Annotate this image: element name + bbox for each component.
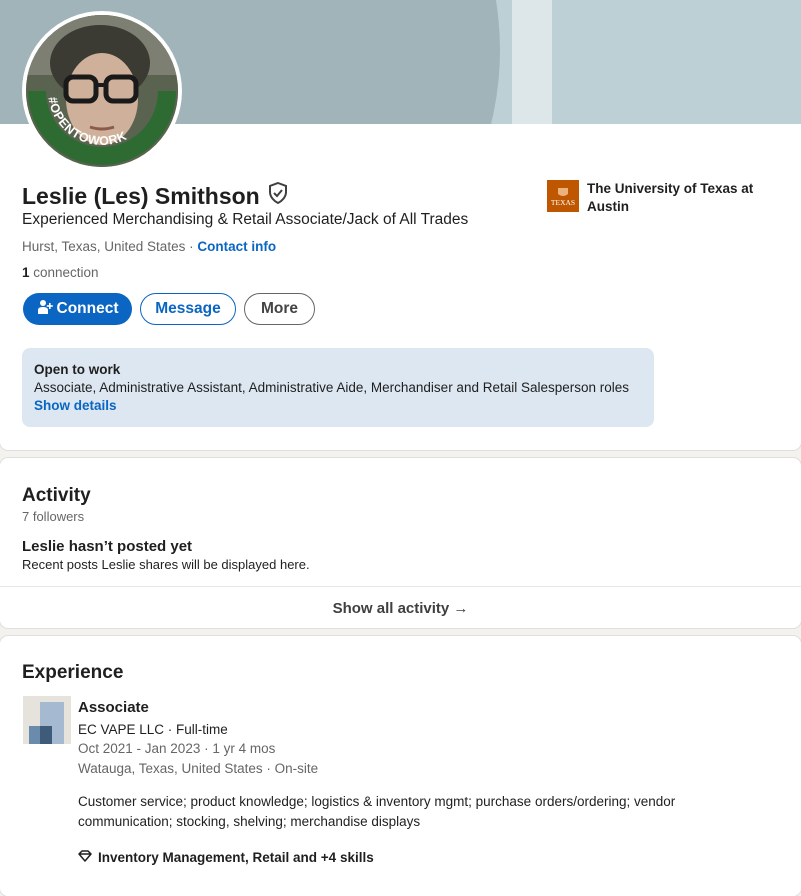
open-to-work-box[interactable]: Open to work Associate, Administrative A… bbox=[22, 348, 654, 427]
profile-connections[interactable]: 1 connection bbox=[22, 265, 99, 280]
profile-name: Leslie (Les) Smithson bbox=[22, 181, 288, 210]
contact-info-link[interactable]: Contact info bbox=[197, 239, 276, 254]
show-all-activity-button[interactable]: Show all activity → bbox=[0, 586, 801, 628]
experience-dates: Oct 2021 - Jan 2023 · 1 yr 4 mos bbox=[78, 741, 276, 756]
open-to-work-title: Open to work bbox=[34, 362, 121, 377]
diamond-icon bbox=[78, 850, 92, 865]
location-separator: · bbox=[185, 239, 198, 254]
add-person-icon bbox=[37, 299, 53, 320]
profile-headline: Experienced Merchandising & Retail Assoc… bbox=[22, 211, 469, 228]
open-to-work-roles: Associate, Administrative Assistant, Adm… bbox=[34, 380, 630, 395]
profile-card: #OPENTOWORK Leslie (Les) Smithson Experi… bbox=[0, 0, 801, 450]
experience-skills[interactable]: Inventory Management, Retail and +4 skil… bbox=[78, 850, 374, 865]
connections-label: connection bbox=[29, 265, 99, 280]
profile-location: Hurst, Texas, United States bbox=[22, 239, 186, 254]
avatar-photo: #OPENTOWORK bbox=[26, 15, 178, 167]
followers-count: 7 followers bbox=[22, 509, 85, 524]
activity-empty-desc: Recent posts Leslie shares will be displ… bbox=[22, 557, 310, 572]
education-summary[interactable]: TEXAS The University of Texas at Austin bbox=[547, 180, 767, 216]
connect-button[interactable]: Connect bbox=[23, 293, 132, 325]
school-logo-text: TEXAS bbox=[550, 197, 576, 207]
experience-section: Experience Associate EC VAPE LLC · Full-… bbox=[0, 636, 801, 896]
profile-avatar[interactable]: #OPENTOWORK bbox=[22, 11, 182, 171]
experience-role: Associate bbox=[78, 699, 149, 716]
show-details-link[interactable]: Show details bbox=[34, 398, 117, 413]
verified-shield-icon[interactable] bbox=[268, 181, 288, 210]
experience-skills-text: Inventory Management, Retail and +4 skil… bbox=[98, 850, 374, 865]
activity-section: Activity 7 followers Leslie hasn’t poste… bbox=[0, 458, 801, 628]
experience-description: Customer service; product knowledge; log… bbox=[78, 794, 676, 829]
experience-location: Watauga, Texas, United States · On-site bbox=[78, 761, 319, 776]
activity-empty-title: Leslie hasn’t posted yet bbox=[22, 538, 193, 555]
connections-count: 1 bbox=[22, 265, 30, 280]
connect-label: Connect bbox=[56, 300, 119, 317]
profile-location-row: Hurst, Texas, United States · Contact in… bbox=[22, 239, 276, 254]
activity-title: Activity bbox=[22, 485, 91, 506]
experience-title: Experience bbox=[22, 662, 124, 683]
school-name: The University of Texas at Austin bbox=[587, 181, 754, 214]
company-logo[interactable] bbox=[23, 696, 71, 744]
school-logo: TEXAS bbox=[547, 180, 579, 212]
experience-company: EC VAPE LLC · Full-time bbox=[78, 722, 228, 737]
message-button[interactable]: Message bbox=[140, 293, 236, 325]
profile-name-text: Leslie (Les) Smithson bbox=[22, 182, 260, 209]
more-button[interactable]: More bbox=[244, 293, 315, 325]
